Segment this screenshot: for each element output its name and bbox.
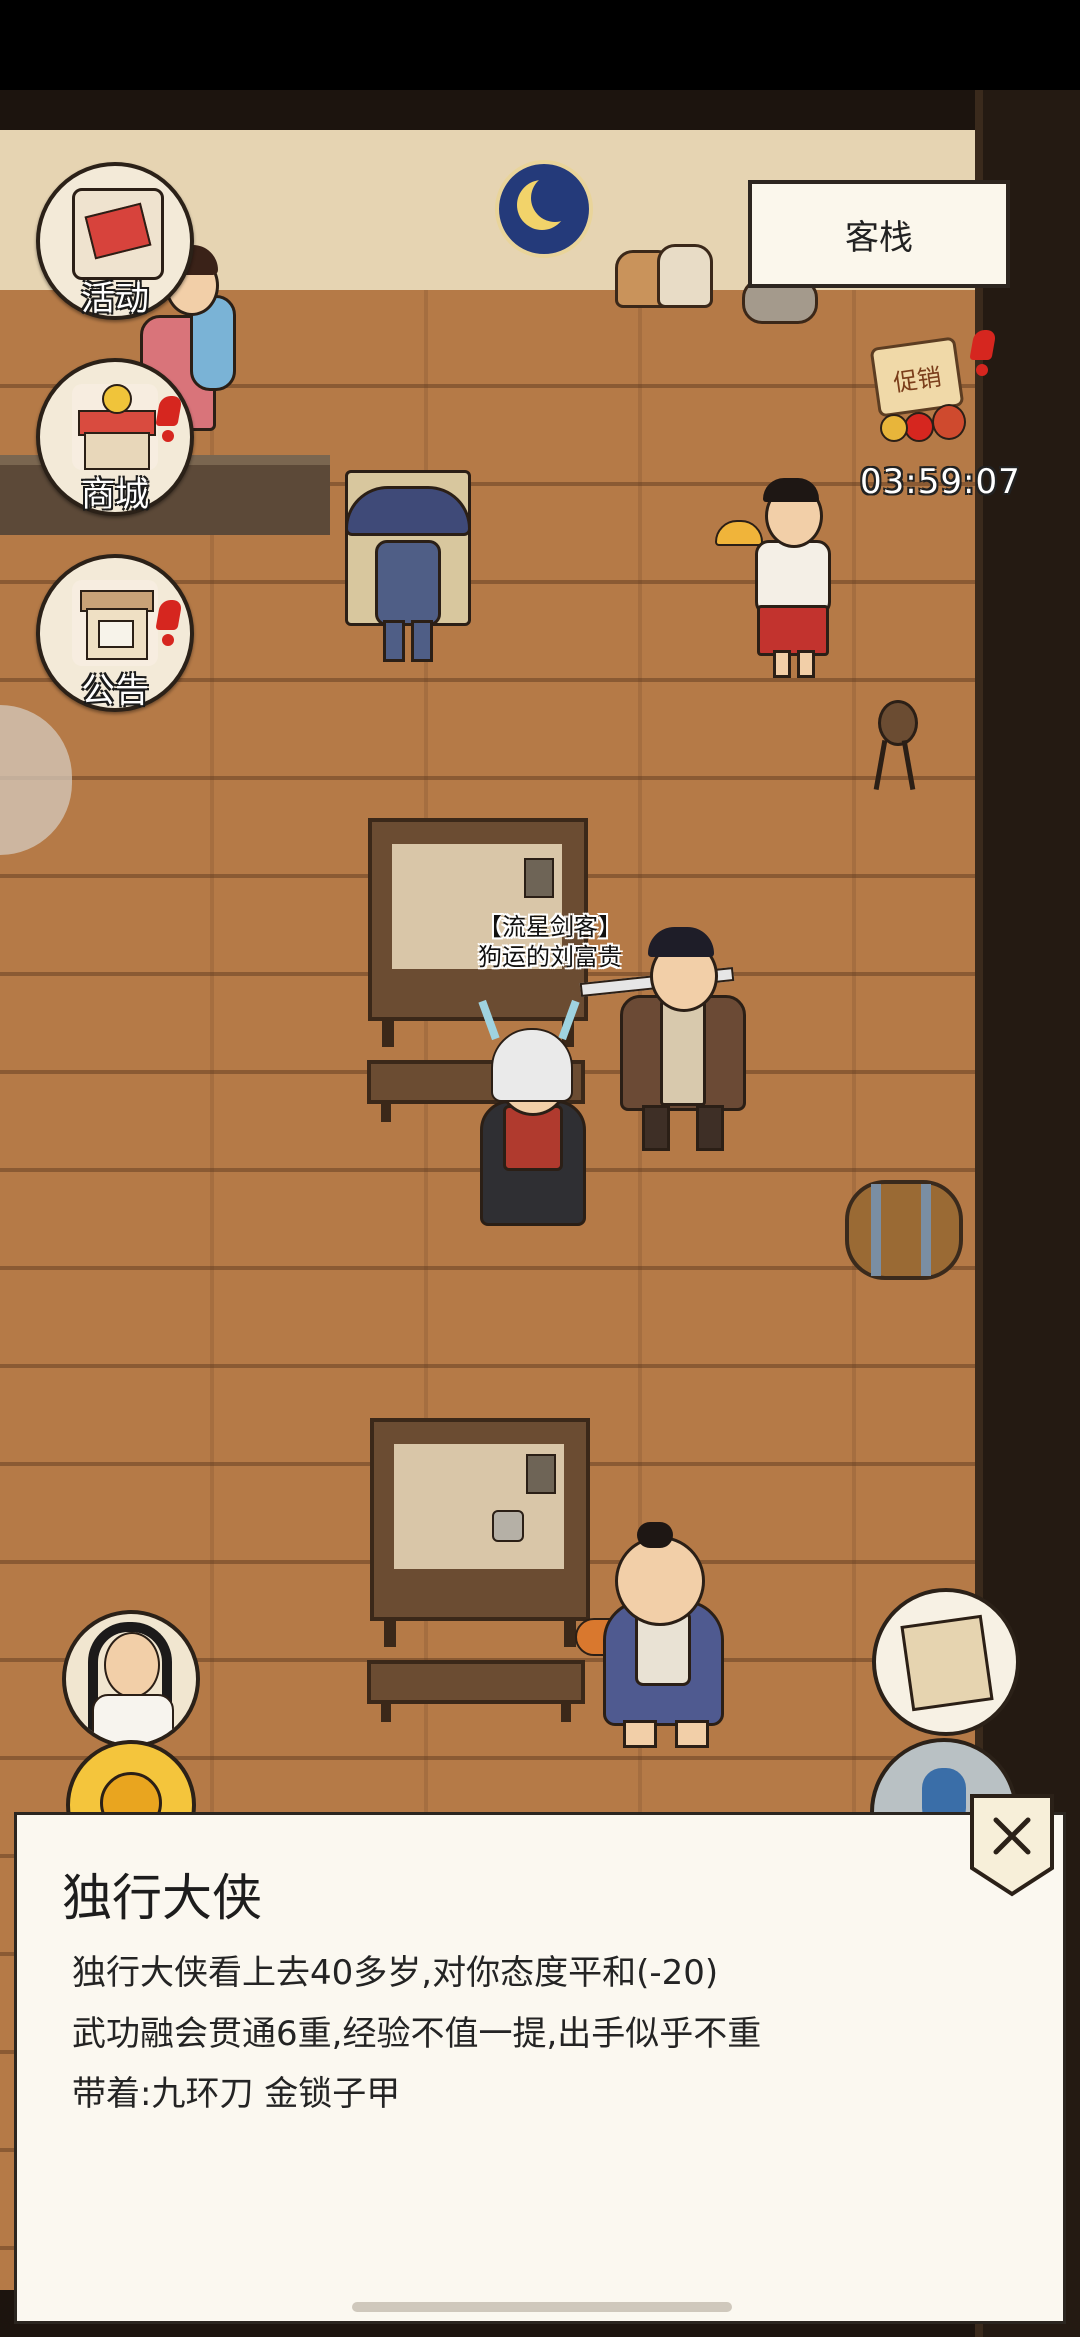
notice-board-icon (72, 580, 158, 666)
npc-fat-man[interactable] (575, 1520, 730, 1750)
location-label: 客栈 (748, 180, 1010, 288)
close-icon (970, 1794, 1054, 1897)
close-panel-button[interactable] (966, 1790, 1058, 1900)
npc-waiter[interactable] (715, 470, 855, 680)
map-button[interactable] (872, 1588, 1020, 1736)
notice-button[interactable]: 公告 (36, 554, 194, 712)
npc-description-line: 独行大侠看上去40多岁,对你态度平和(-20) (72, 1953, 719, 1993)
promo-label: 促销 (891, 362, 944, 397)
barrel (845, 1180, 963, 1280)
npc-peddler[interactable] (305, 430, 505, 670)
shop-button[interactable]: 商城 (36, 358, 194, 516)
side-menu-label: 公告 (81, 671, 149, 711)
bench (367, 1660, 585, 1722)
npc-skill-line: 武功融会贯通6重,经验不值一提,出手似乎不重 (72, 2014, 762, 2054)
shop-alert-icon (158, 396, 180, 442)
promo-button[interactable]: 促销 (869, 330, 990, 450)
map-scroll-icon (900, 1614, 994, 1712)
shop-stall-icon (72, 384, 158, 470)
npc-title: 【流星剑客】 (478, 913, 622, 941)
notice-alert-icon (158, 600, 180, 646)
player-character[interactable] (465, 990, 595, 1230)
time-of-day-button[interactable] (495, 160, 593, 258)
promo-alert-icon (972, 330, 994, 376)
rice-sacks (615, 232, 713, 308)
npc-title-heading: 独行大侠 (62, 1869, 262, 1927)
stool (870, 700, 920, 796)
npc-equipment-line: 带着:九环刀 金锁子甲 (72, 2074, 401, 2114)
npc-name: 狗运的刘富贵 (478, 943, 622, 971)
npc-name-tag: 【流星剑客】 狗运的刘富贵 (440, 912, 660, 972)
promo-timer: 03:59:07 (860, 462, 1021, 502)
side-menu-label: 活动 (81, 279, 149, 319)
status-bar (0, 0, 1080, 90)
home-indicator (352, 2302, 732, 2312)
activity-button[interactable]: 活动 (36, 162, 194, 320)
side-menu-label: 商城 (81, 475, 149, 515)
inn-table (370, 1418, 590, 1647)
hero-portrait-button[interactable] (62, 1610, 200, 1748)
activity-scroll-icon (72, 188, 164, 280)
